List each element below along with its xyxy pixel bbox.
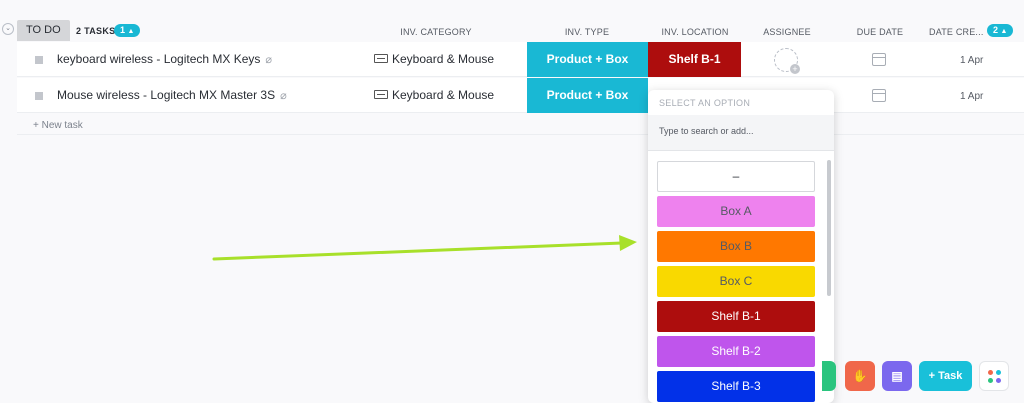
option-empty[interactable]: – [657, 161, 815, 192]
option-box-a[interactable]: Box A [657, 196, 815, 227]
dropdown-search[interactable] [648, 115, 834, 151]
notepad-icon[interactable]: ▤ [882, 361, 912, 391]
dropdown-title: SELECT AN OPTION [659, 98, 751, 108]
dropdown-scrollbar[interactable] [827, 160, 831, 296]
option-shelf-b-1[interactable]: Shelf B-1 [657, 301, 815, 332]
option-box-b[interactable]: Box B [657, 231, 815, 262]
add-task-button[interactable]: + Task [919, 361, 972, 391]
select-option-dropdown[interactable]: SELECT AN OPTION – Box A Box B Box C She… [648, 90, 834, 403]
option-shelf-b-2[interactable]: Shelf B-2 [657, 336, 815, 367]
option-search-input[interactable] [659, 126, 829, 136]
hand-icon[interactable]: ✋ [845, 361, 875, 391]
option-box-c[interactable]: Box C [657, 266, 815, 297]
green-action-button[interactable] [822, 361, 836, 391]
option-shelf-b-3[interactable]: Shelf B-3 [657, 371, 815, 402]
apps-icon[interactable] [979, 361, 1009, 391]
annotation-arrow [212, 235, 637, 261]
